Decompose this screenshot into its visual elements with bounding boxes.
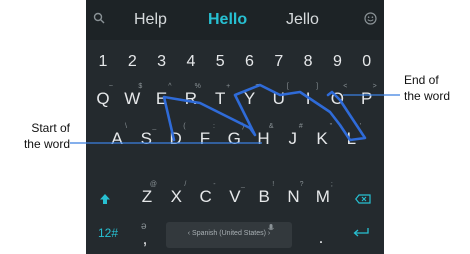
start-label-line2: the word — [23, 137, 70, 151]
start-label-line1: Start of — [31, 121, 70, 135]
end-label-line2: the word — [404, 89, 451, 103]
end-label: End of the word — [404, 72, 450, 104]
start-label: Start of the word — [4, 120, 70, 152]
swipe-overlay — [70, 83, 400, 144]
end-label-line1: End of — [404, 73, 439, 87]
swipe-trail — [162, 83, 367, 142]
